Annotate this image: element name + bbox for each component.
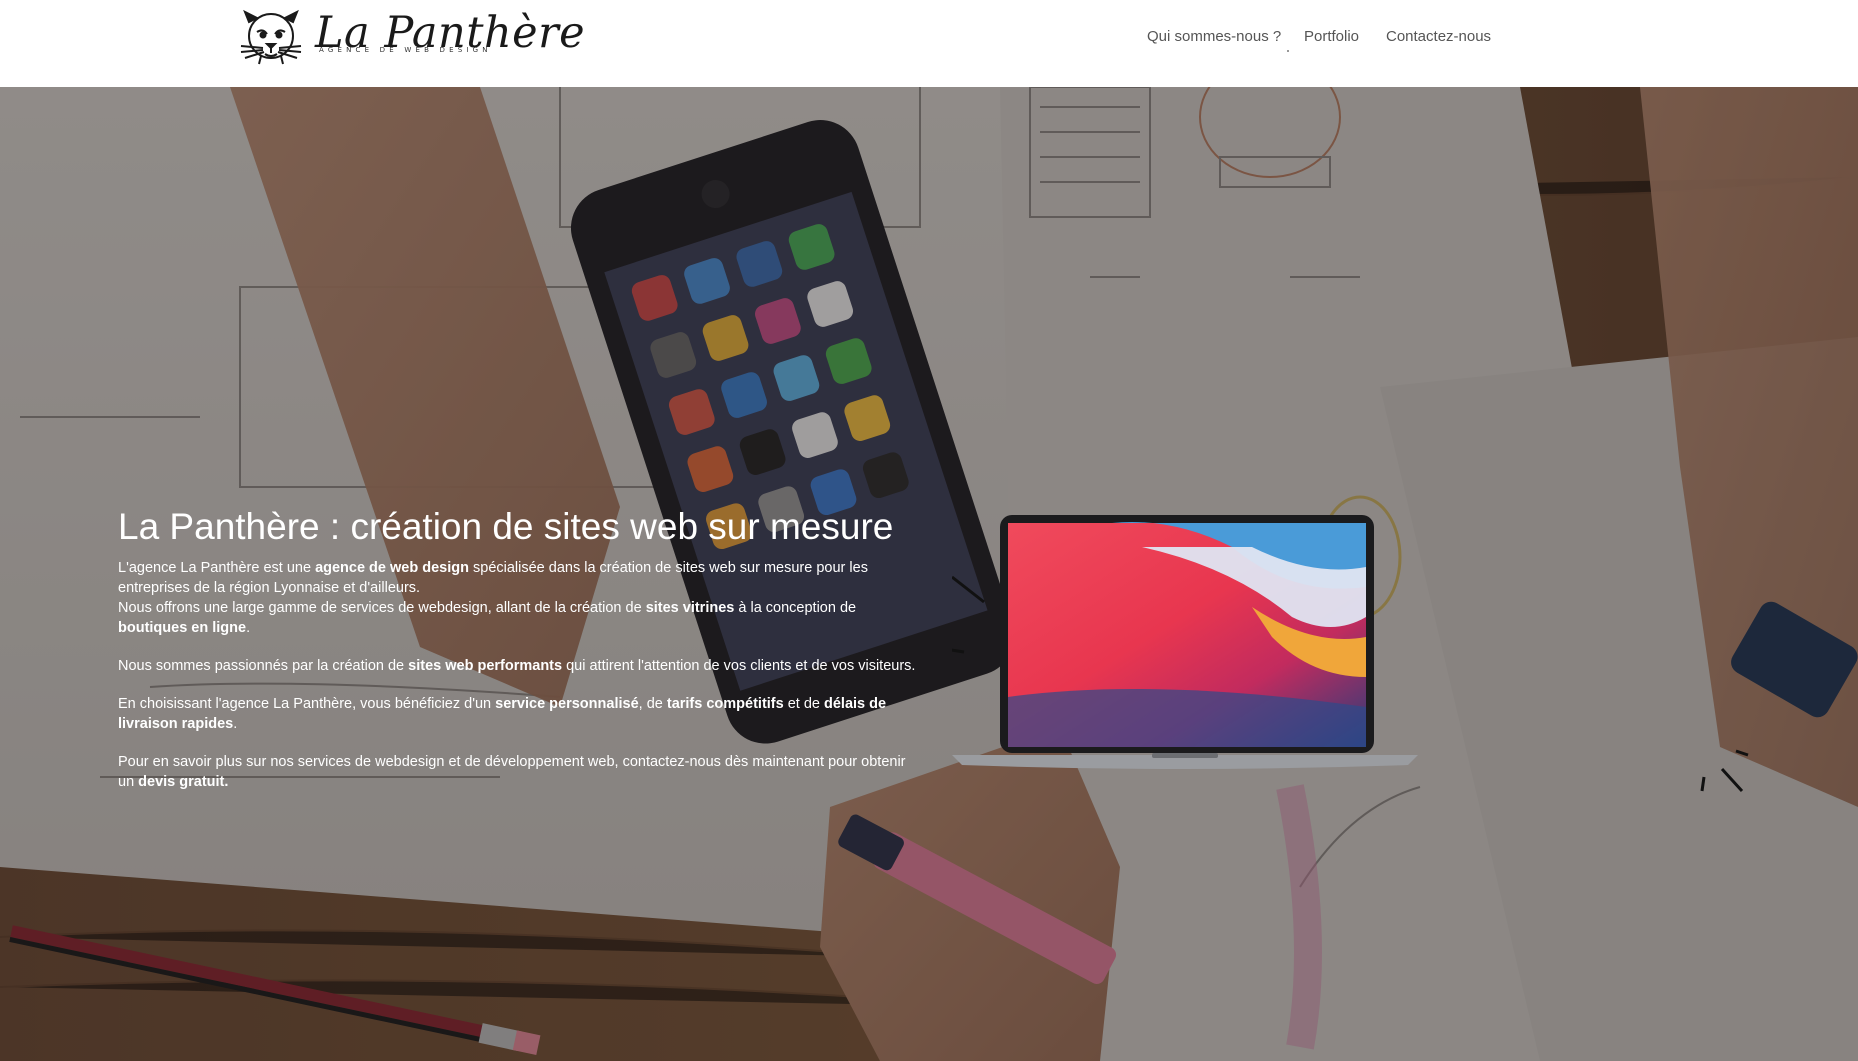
emphasis: tarifs compétitifs	[666, 695, 784, 712]
nav-link-portfolio[interactable]: Portfolio	[1304, 28, 1359, 45]
text: Pour en savoir plus sur nos services de …	[118, 753, 906, 790]
hero-content: La Panthère : création de sites web sur …	[118, 506, 918, 810]
emphasis: sites web performants	[408, 657, 563, 674]
laptop-icon	[952, 515, 1418, 769]
text: L'agence La Panthère est une	[118, 559, 316, 576]
sparkle-decoration	[1700, 749, 1749, 793]
emphasis: sites vitrines	[645, 599, 735, 616]
text: .	[246, 619, 251, 636]
text: et de	[783, 695, 825, 712]
intro-paragraph: L'agence La Panthère est une agence de w…	[118, 558, 918, 638]
emphasis: boutiques en ligne	[118, 619, 247, 636]
emphasis: devis gratuit.	[138, 773, 229, 790]
emphasis: service personnalisé	[495, 695, 639, 712]
nav-link-contact[interactable]: Contactez-nous	[1386, 28, 1491, 45]
logo-tagline: AGENCE DE WEB DESIGN	[319, 46, 492, 54]
site-header: La Panthère AGENCE DE WEB DESIGN Qui som…	[0, 0, 1858, 87]
text: Nous offrons une large gamme de services…	[118, 599, 646, 616]
passion-paragraph: Nous sommes passionnés par la création d…	[118, 656, 918, 676]
text: , de	[638, 695, 667, 712]
text: à la conception de	[734, 599, 857, 616]
benefits-paragraph: En choisissant l'agence La Panthère, vou…	[118, 694, 918, 734]
text: Nous sommes passionnés par la création d…	[118, 657, 409, 674]
logo[interactable]: La Panthère AGENCE DE WEB DESIGN	[235, 8, 585, 70]
text: .	[233, 715, 238, 732]
emphasis: agence de web design	[315, 559, 469, 576]
panther-head-icon	[240, 9, 302, 65]
nav-indicator	[1287, 50, 1289, 52]
text: qui attirent l'attention de vos clients …	[562, 657, 916, 674]
contact-paragraph: Pour en savoir plus sur nos services de …	[118, 752, 918, 792]
hero-title: La Panthère : création de sites web sur …	[118, 506, 894, 547]
nav-link-about[interactable]: Qui sommes-nous ?	[1147, 28, 1281, 45]
text: En choisissant l'agence La Panthère, vou…	[118, 695, 496, 712]
hero-section: La Panthère : création de sites web sur …	[0, 87, 1858, 1061]
